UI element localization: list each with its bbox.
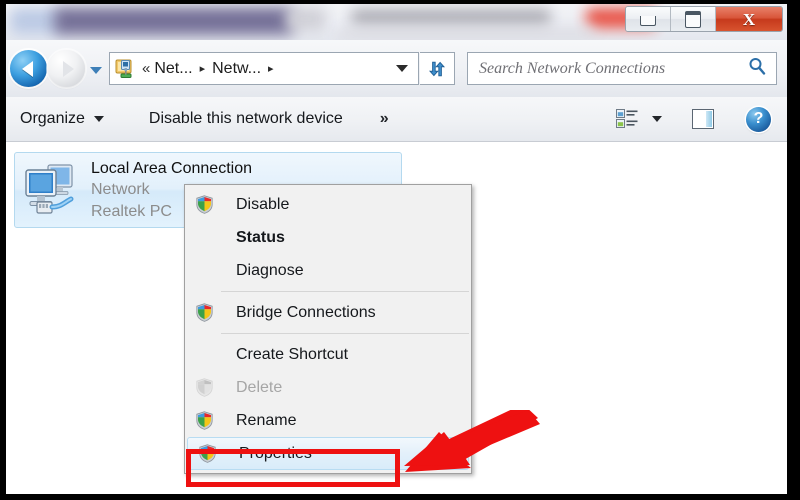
shield-icon (189, 378, 219, 397)
breadcrumb-separator[interactable]: ▸ (200, 62, 206, 75)
forward-arrow-icon (62, 60, 74, 77)
menu-item-label: Diagnose (236, 261, 304, 279)
menu-separator (221, 333, 469, 334)
menu-item-diagnose[interactable]: Diagnose (185, 254, 471, 287)
organize-button[interactable]: Organize (20, 110, 104, 128)
menu-item-create-shortcut[interactable]: Create Shortcut (185, 338, 471, 371)
search-icon (747, 56, 767, 81)
window-title-bar: X (6, 4, 787, 40)
menu-item-label: Disable (236, 195, 290, 213)
address-bar[interactable]: « Net... ▸ Netw... ▸ (109, 52, 419, 85)
minimize-icon (640, 16, 656, 26)
chevron-down-icon (93, 116, 104, 122)
disable-network-device-button[interactable]: Disable this network device (149, 110, 343, 128)
maximize-button[interactable] (671, 7, 716, 31)
network-folder-icon (114, 58, 136, 80)
menu-item-delete: Delete (185, 371, 471, 404)
back-button[interactable] (10, 50, 47, 87)
menu-item-bridge-connections[interactable]: Bridge Connections (185, 296, 471, 329)
close-icon: X (742, 9, 756, 29)
menu-item-label: Delete (236, 378, 283, 396)
recent-pages-caret-icon[interactable] (90, 67, 102, 74)
network-adapter-icon (21, 162, 83, 218)
navigation-bar: « Net... ▸ Netw... ▸ Search Network Conn… (6, 40, 787, 97)
menu-item-label: Status (236, 228, 285, 246)
menu-item-label: Rename (236, 411, 297, 429)
connection-name: Local Area Connection (91, 160, 252, 178)
view-dropdown-caret-icon[interactable] (652, 116, 662, 122)
forward-button[interactable] (48, 50, 85, 87)
address-dropdown-caret-icon[interactable] (396, 65, 408, 72)
breadcrumb-overflow[interactable]: « (142, 60, 150, 77)
breadcrumb-item-2[interactable]: Netw... (212, 60, 261, 78)
command-toolbar: Organize Disable this network device » ? (6, 97, 787, 142)
menu-item-label: Create Shortcut (236, 345, 349, 363)
obscured-title-region (286, 7, 326, 31)
close-button[interactable]: X (716, 7, 782, 31)
refresh-button[interactable] (420, 52, 455, 85)
menu-separator (221, 291, 469, 292)
screenshot-root: X « Net... ▸ Netw... ▸ Search Network Co… (0, 0, 800, 500)
toolbar-right-group: ? (616, 106, 771, 132)
change-view-icon[interactable] (616, 109, 638, 129)
obscured-title-region (54, 7, 294, 35)
shield-icon (189, 303, 219, 322)
preview-pane-icon[interactable] (692, 109, 714, 129)
help-glyph: ? (753, 110, 764, 127)
menu-item-disable[interactable]: Disable (185, 188, 471, 221)
toolbar-overflow-button[interactable]: » (380, 110, 389, 128)
search-box[interactable]: Search Network Connections (467, 52, 777, 85)
back-arrow-icon (21, 60, 33, 77)
search-input[interactable]: Search Network Connections (479, 60, 665, 78)
breadcrumb-separator[interactable]: ▸ (268, 62, 274, 75)
menu-item-status[interactable]: Status (185, 221, 471, 254)
annotation-highlight-box (186, 449, 400, 487)
maximize-icon (685, 10, 701, 28)
obscured-title-region (336, 28, 596, 40)
menu-item-label: Bridge Connections (236, 303, 376, 321)
annotation-arrow-icon (404, 410, 540, 472)
organize-label: Organize (20, 110, 85, 127)
obscured-title-region (351, 9, 551, 26)
window-controls: X (625, 6, 783, 32)
refresh-icon (428, 61, 446, 76)
shield-icon (189, 411, 219, 430)
help-icon[interactable]: ? (746, 106, 771, 132)
breadcrumb-item-1[interactable]: Net... (154, 60, 192, 78)
shield-icon (189, 195, 219, 214)
minimize-button[interactable] (626, 7, 671, 31)
